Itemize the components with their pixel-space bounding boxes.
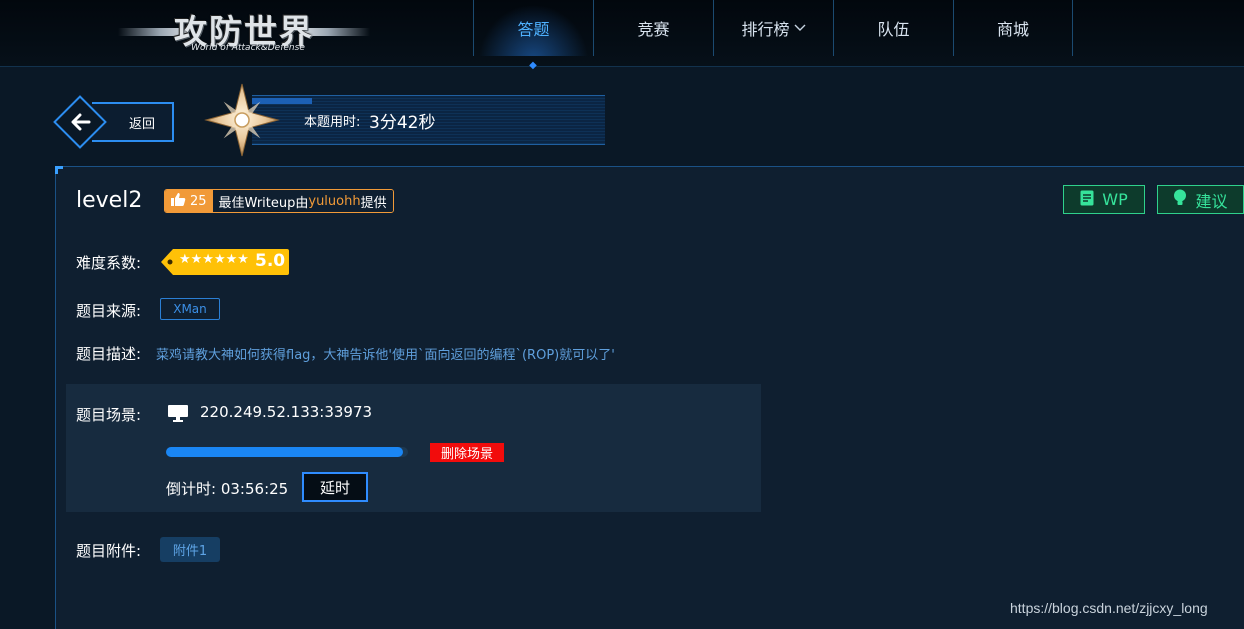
like-count-box[interactable]: 25 [165, 190, 213, 212]
countdown-label: 倒计时: [166, 480, 217, 498]
scene-progress-bar [166, 447, 408, 457]
main-nav: 答题 竞赛 排行榜 队伍 商城 [473, 0, 1073, 56]
scene-address[interactable]: 220.249.52.133:33973 [200, 403, 372, 421]
source-label: 题目来源: [76, 302, 142, 320]
countdown-value: 03:56:25 [220, 480, 289, 498]
nav-item-label: 竞赛 [637, 20, 670, 39]
lightbulb-icon [1173, 189, 1187, 210]
difficulty-value: 5.0 [255, 251, 286, 271]
difficulty-label: 难度系数: [76, 254, 142, 272]
writeup-author[interactable]: yuluohh [308, 194, 360, 209]
arrow-left-icon [67, 108, 95, 136]
watermark-text: https://blog.csdn.net/zjjcxy_long [1010, 600, 1208, 616]
extend-time-button[interactable]: 延时 [302, 472, 368, 502]
nav-item-label: 排行榜 [741, 20, 790, 39]
scene-label: 题目场景: [76, 406, 142, 424]
suggest-button-label: 建议 [1195, 191, 1228, 211]
timer-label: 本题用时: [304, 115, 361, 130]
top-nav-bar: 攻防世界 World of Attack&Defense 答题 竞赛 排行榜 队… [0, 0, 1244, 71]
attachment-button[interactable]: 附件1 [160, 537, 220, 562]
description-label: 题目描述: [76, 345, 142, 363]
back-button-label: 返回 [129, 117, 156, 132]
countdown: 倒计时: 03:56:25 [166, 478, 288, 499]
source-tag[interactable]: XMan [160, 298, 220, 320]
writeup-prefix: 最佳Writeup由 [218, 195, 309, 211]
chevron-down-icon [794, 21, 806, 35]
writeup-suffix: 提供 [360, 195, 387, 211]
nav-item-label: 商城 [996, 20, 1029, 39]
monitor-icon [168, 404, 188, 422]
nav-item-leaderboard[interactable]: 排行榜 [713, 0, 833, 56]
active-nav-marker-icon: ◆ [529, 60, 537, 71]
nav-item-label: 答题 [517, 20, 550, 39]
description-text: 菜鸡请教大神如何获得flag，大神告诉他'使用`面向返回的编程`(ROP)就可以… [156, 348, 615, 363]
nav-item-team[interactable]: 队伍 [833, 0, 953, 56]
suggest-button[interactable]: 建议 [1157, 185, 1244, 214]
difficulty-tag: ★★★★★★ 5.0 [161, 249, 289, 275]
best-writeup-text[interactable]: 最佳Writeup由 yuluohh 提供 [212, 190, 393, 212]
nav-item-competition[interactable]: 竞赛 [593, 0, 713, 56]
wp-button[interactable]: WP [1063, 185, 1145, 214]
site-logo[interactable]: 攻防世界 World of Attack&Defense [118, 4, 370, 62]
nav-item-label: 队伍 [877, 20, 910, 39]
scene-progress-fill [166, 447, 404, 457]
logo-subtitle: World of Attack&Defense [191, 43, 305, 53]
attachment-label: 题目附件: [76, 542, 142, 560]
delete-scene-button[interactable]: 删除场景 [430, 443, 504, 462]
thumbs-up-icon [170, 192, 186, 211]
timer-value: 3分42秒 [369, 113, 436, 133]
nav-item-shop[interactable]: 商城 [953, 0, 1073, 56]
wp-button-label: WP [1102, 190, 1128, 209]
nav-item-answer[interactable]: 答题 [473, 0, 593, 56]
panel-corner-decoration [55, 166, 63, 174]
compass-star-icon [204, 82, 280, 158]
challenge-title: level2 [76, 188, 143, 213]
document-icon [1080, 190, 1094, 210]
difficulty-stars: ★★★★★★ [179, 252, 249, 267]
back-button[interactable]: 返回 [53, 95, 177, 149]
like-count: 25 [190, 193, 207, 209]
writeup-like-badge[interactable]: 25 最佳Writeup由 yuluohh 提供 [164, 189, 394, 213]
